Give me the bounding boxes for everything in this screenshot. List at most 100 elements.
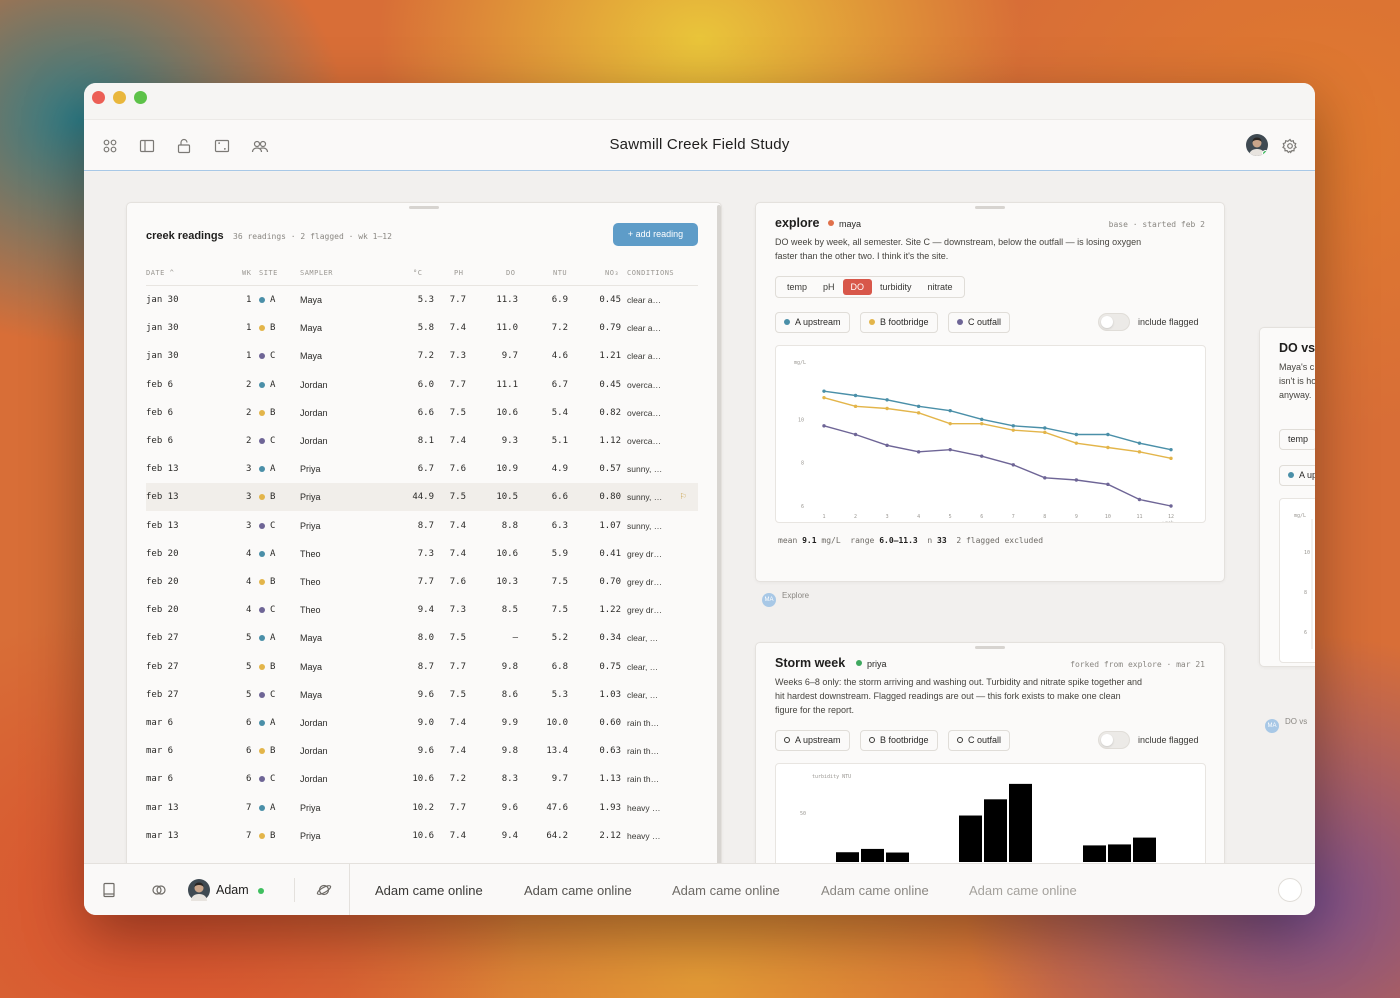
site-dot	[259, 522, 265, 529]
activity-feed-item: Adam came online	[375, 883, 483, 898]
notebook-icon[interactable]	[101, 882, 117, 898]
table-row[interactable]: feb 6 2 A Jordan 6.0 7.7 11.1 6.7 0.45 overca…	[146, 371, 698, 399]
status-circle-button[interactable]	[1278, 878, 1302, 902]
drag-handle[interactable]	[409, 206, 439, 209]
col-do[interactable]: DO	[506, 269, 515, 277]
cell-site: A	[270, 718, 276, 728]
table-row[interactable]: mar 13 7 A Priya 10.2 7.7 9.6 47.6 1.93 heavy …	[146, 794, 698, 822]
maximize-window-button[interactable]	[134, 91, 147, 104]
site-c-ring	[957, 737, 963, 743]
add-reading-button[interactable]: + add reading	[613, 223, 698, 246]
table-row[interactable]: feb 20 4 A Theo 7.3 7.4 10.6 5.9 0.41 grey dr…	[146, 540, 698, 568]
site-b-ring	[869, 737, 875, 743]
cell-ph: 7.4	[449, 746, 466, 757]
cell-ntu: 7.2	[551, 323, 568, 334]
metric-nitrate[interactable]: nitrate	[920, 279, 961, 295]
planet-icon[interactable]	[316, 882, 332, 898]
cell-sampler: Jordan	[300, 718, 328, 728]
metric-do[interactable]: DO	[842, 279, 873, 295]
col-temp[interactable]: °C	[413, 269, 422, 277]
bar	[836, 852, 859, 862]
site-dot	[259, 494, 265, 501]
table-row[interactable]: jan 30 1 A Maya 5.3 7.7 11.3 6.9 0.45 clear a…	[146, 286, 698, 314]
dovs-site-chip[interactable]: A up	[1279, 465, 1315, 486]
cell-no3: 0.70	[599, 577, 621, 587]
cell-week: 7	[246, 830, 252, 841]
storm-site-a-label: A upstream	[795, 735, 841, 745]
table-row[interactable]: mar 13 7 B Priya 10.6 7.4 9.4 64.2 2.12 heavy …	[146, 822, 698, 850]
cell-no3: 1.07	[599, 520, 621, 531]
metric-ph[interactable]: pH	[815, 279, 843, 295]
metric-temp[interactable]: temp	[779, 279, 815, 295]
cell-temp: 10.6	[412, 774, 434, 785]
col-wk[interactable]: WK	[242, 269, 251, 277]
drag-handle[interactable]	[975, 206, 1005, 209]
cell-site: B	[270, 746, 276, 757]
series-point	[1106, 432, 1110, 437]
table-row[interactable]: mar 6 6 B Jordan 9.6 7.4 9.8 13.4 0.63 rain th…	[146, 737, 698, 765]
cell-date: mar 13	[146, 802, 179, 813]
tag-avatar: MA	[762, 593, 776, 607]
table-row[interactable]: mar 6 6 C Jordan 10.6 7.2 8.3 9.7 1.13 rain th…	[146, 765, 698, 793]
col-ntu[interactable]: NTU	[553, 269, 567, 277]
dovs-description: Maya's c — C isn't is how y anyway.	[1279, 362, 1315, 400]
storm-site-chip-a[interactable]: A upstream	[775, 730, 850, 751]
storm-include-flagged-toggle[interactable]	[1098, 731, 1130, 749]
storm-site-chip-b[interactable]: B footbridge	[860, 730, 938, 751]
close-window-button[interactable]	[92, 91, 105, 104]
table-row[interactable]: feb 13 3 A Priya 6.7 7.6 10.9 4.9 0.57 sunny, …	[146, 455, 698, 483]
drag-handle[interactable]	[975, 646, 1005, 649]
table-row[interactable]: feb 27 5 B Maya 8.7 7.7 9.8 6.8 0.75 clear, …	[146, 653, 698, 681]
table-row[interactable]: feb 20 4 B Theo 7.7 7.6 10.3 7.5 0.70 grey dr…	[146, 568, 698, 596]
col-no3[interactable]: NO₃	[605, 269, 619, 277]
user-avatar[interactable]	[1246, 134, 1268, 156]
col-site[interactable]: SITE	[259, 269, 278, 277]
cell-date: feb 20	[146, 577, 179, 587]
gear-icon[interactable]	[1282, 138, 1298, 154]
bottom-user-avatar[interactable]	[188, 879, 210, 901]
site-dot	[259, 325, 265, 332]
col-date[interactable]: DATE ^	[146, 269, 174, 277]
col-conditions[interactable]: CONDITIONS	[627, 269, 674, 277]
table-row[interactable]: jan 30 1 B Maya 5.8 7.4 11.0 7.2 0.79 clear a…	[146, 314, 698, 342]
col-ph[interactable]: PH	[454, 269, 463, 277]
cell-ntu: 64.2	[546, 830, 568, 841]
site-chip-a[interactable]: A upstream	[775, 312, 850, 333]
x-tick-label: 4	[917, 514, 920, 520]
cell-sampler: Jordan	[300, 746, 328, 757]
table-row[interactable]: feb 6 2 C Jordan 8.1 7.4 9.3 5.1 1.12 overca…	[146, 427, 698, 455]
include-flagged-toggle[interactable]	[1098, 313, 1130, 331]
explore-tag[interactable]: MA Explore	[762, 591, 809, 607]
storm-description: Weeks 6–8 only: the storm arriving and w…	[775, 677, 1143, 715]
table-row[interactable]: jan 30 1 C Maya 7.2 7.3 9.7 4.6 1.21 clear a…	[146, 342, 698, 370]
link-circles-icon[interactable]	[151, 882, 167, 898]
cell-temp: 5.3	[417, 295, 434, 305]
metric-turbidity[interactable]: turbidity	[872, 279, 920, 295]
table-row[interactable]: feb 13 3 C Priya 8.7 7.4 8.8 6.3 1.07 sunny, …	[146, 512, 698, 540]
minimize-window-button[interactable]	[113, 91, 126, 104]
dovs-tag[interactable]: MA DO vs	[1265, 717, 1307, 733]
table-row[interactable]: feb 27 5 C Maya 9.6 7.5 8.6 5.3 1.03 clear, …	[146, 681, 698, 709]
app-window: Sawmill Creek Field Study creek readings…	[84, 83, 1315, 915]
table-row[interactable]: feb 27 5 A Maya 8.0 7.5 — 5.2 0.34 clear, …	[146, 624, 698, 652]
cell-date: jan 30	[146, 295, 179, 305]
bottom-online-dot	[258, 888, 264, 894]
scrollbar[interactable]	[717, 205, 721, 863]
dovs-metric-chip[interactable]: temp	[1279, 429, 1315, 450]
table-row[interactable]: feb 13 3 B Priya 44.9 7.5 10.5 6.6 0.80 sunny, … ⚐	[146, 483, 698, 512]
table-row[interactable]: feb 6 2 B Jordan 6.6 7.5 10.6 5.4 0.82 overca…	[146, 399, 698, 427]
flag-icon[interactable]: ⚐	[680, 491, 686, 502]
cell-ntu: 5.9	[551, 548, 568, 559]
site-dot	[259, 550, 265, 557]
site-chip-b[interactable]: B footbridge	[860, 312, 938, 333]
table-row[interactable]: feb 20 4 C Theo 9.4 7.3 8.5 7.5 1.22 grey dr…	[146, 596, 698, 624]
dovs-chart-svg: mg/L 10 8 6	[1294, 513, 1313, 649]
storm-site-chip-c[interactable]: C outfall	[948, 730, 1011, 751]
x-tick-label: 5	[949, 514, 952, 520]
cell-conditions: sunny, …	[627, 492, 663, 503]
site-chip-c[interactable]: C outfall	[948, 312, 1011, 333]
table-row[interactable]: mar 6 6 A Jordan 9.0 7.4 9.9 10.0 0.60 rain th…	[146, 709, 698, 737]
col-sampler[interactable]: SAMPLER	[300, 269, 333, 277]
cell-sampler: Jordan	[300, 407, 328, 418]
site-dot	[259, 353, 265, 360]
